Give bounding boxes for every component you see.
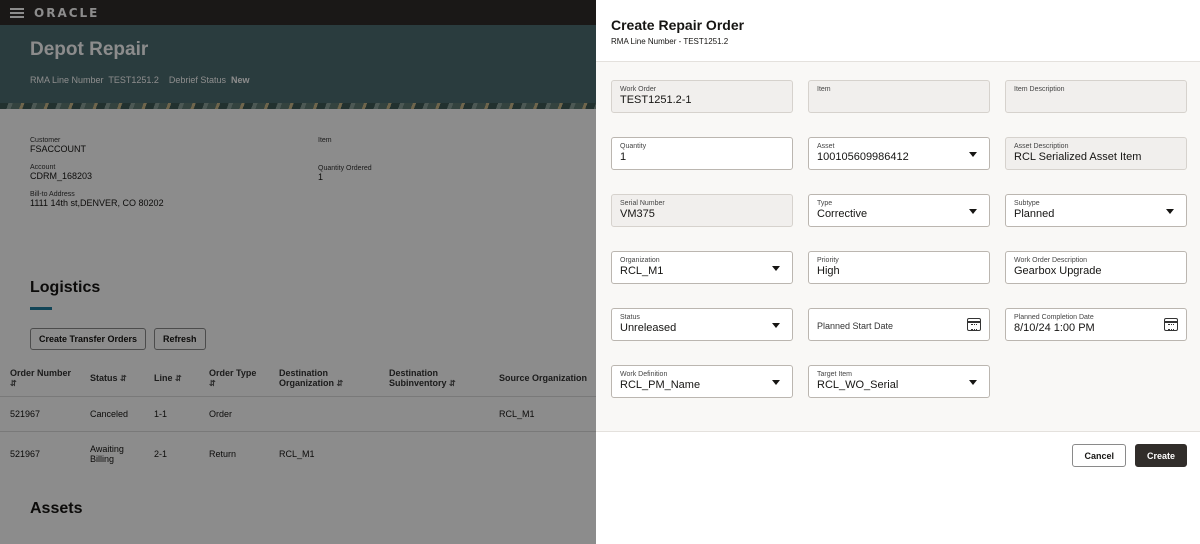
- chevron-down-icon[interactable]: [772, 323, 780, 328]
- field-label: Work Order: [620, 86, 657, 93]
- chevron-down-icon[interactable]: [969, 380, 977, 385]
- cancel-button[interactable]: Cancel: [1072, 444, 1126, 467]
- field-value: Unreleased: [620, 322, 677, 334]
- field-label: Subtype: [1014, 200, 1040, 207]
- asset-select[interactable]: Asset 100105609986412: [808, 137, 990, 170]
- calendar-icon[interactable]: [1164, 318, 1178, 331]
- field-label: Work Order Description: [1014, 257, 1088, 264]
- target-item-select[interactable]: Target Item RCL_WO_Serial: [808, 365, 990, 398]
- type-select[interactable]: Type Corrective: [808, 194, 990, 227]
- status-select[interactable]: Status Unreleased: [611, 308, 793, 341]
- field-label: Priority: [817, 257, 839, 264]
- priority-field[interactable]: Priority High: [808, 251, 990, 284]
- field-label: Target Item: [817, 371, 853, 378]
- field-placeholder: Planned Start Date: [817, 321, 894, 331]
- work-order-field[interactable]: Work Order TEST1251.2-1: [611, 80, 793, 113]
- field-label: Work Definition: [620, 371, 668, 378]
- field-label: Status: [620, 314, 640, 321]
- field-label: Asset: [817, 143, 835, 150]
- asset-description-field: Asset Description RCL Serialized Asset I…: [1005, 137, 1187, 170]
- planned-start-date-field[interactable]: Planned Start Date: [808, 308, 990, 341]
- field-value: Corrective: [817, 208, 868, 220]
- field-label: Type: [817, 200, 833, 207]
- field-label: Item: [817, 86, 831, 93]
- field-value: RCL Serialized Asset Item: [1014, 151, 1142, 163]
- subtype-select[interactable]: Subtype Planned: [1005, 194, 1187, 227]
- serial-number-field: Serial Number VM375: [611, 194, 793, 227]
- field-label: Asset Description: [1014, 143, 1069, 150]
- drawer-header: Create Repair Order RMA Line Number - TE…: [596, 0, 1200, 62]
- field-value: High: [817, 265, 840, 277]
- field-label: Item Description: [1014, 86, 1065, 93]
- field-value: VM375: [620, 208, 655, 220]
- chevron-down-icon[interactable]: [1166, 209, 1174, 214]
- field-label: Planned Completion Date: [1014, 314, 1094, 321]
- work-definition-select[interactable]: Work Definition RCL_PM_Name: [611, 365, 793, 398]
- field-value: TEST1251.2-1: [620, 94, 692, 106]
- create-button[interactable]: Create: [1134, 444, 1187, 467]
- drawer-form: Work Order TEST1251.2-1 Item Item Descri…: [596, 62, 1200, 432]
- field-value: RCL_M1: [620, 265, 664, 277]
- item-description-field: Item Description: [1005, 80, 1187, 113]
- chevron-down-icon[interactable]: [969, 152, 977, 157]
- chevron-down-icon[interactable]: [772, 380, 780, 385]
- planned-completion-date-field[interactable]: Planned Completion Date 8/10/24 1:00 PM: [1005, 308, 1187, 341]
- item-field: Item: [808, 80, 990, 113]
- field-label: Serial Number: [620, 200, 665, 207]
- drawer-footer: Cancel Create: [596, 432, 1200, 467]
- calendar-icon[interactable]: [967, 318, 981, 331]
- quantity-field[interactable]: Quantity 1: [611, 137, 793, 170]
- field-value: Planned: [1014, 208, 1055, 220]
- create-repair-order-drawer: Create Repair Order RMA Line Number - TE…: [596, 0, 1200, 544]
- field-value: 100105609986412: [817, 151, 909, 163]
- work-order-description-field[interactable]: Work Order Description Gearbox Upgrade: [1005, 251, 1187, 284]
- field-value: Gearbox Upgrade: [1014, 265, 1102, 277]
- field-label: Organization: [620, 257, 660, 264]
- drawer-title: Create Repair Order: [611, 17, 745, 33]
- field-value: 8/10/24 1:00 PM: [1014, 322, 1095, 334]
- field-value: RCL_PM_Name: [620, 379, 701, 391]
- drawer-subtitle: RMA Line Number - TEST1251.2: [611, 37, 729, 46]
- field-value: RCL_WO_Serial: [817, 379, 899, 391]
- field-label: Quantity: [620, 143, 647, 150]
- field-value: 1: [620, 151, 627, 163]
- organization-select[interactable]: Organization RCL_M1: [611, 251, 793, 284]
- modal-scrim[interactable]: [0, 0, 596, 544]
- chevron-down-icon[interactable]: [969, 209, 977, 214]
- chevron-down-icon[interactable]: [772, 266, 780, 271]
